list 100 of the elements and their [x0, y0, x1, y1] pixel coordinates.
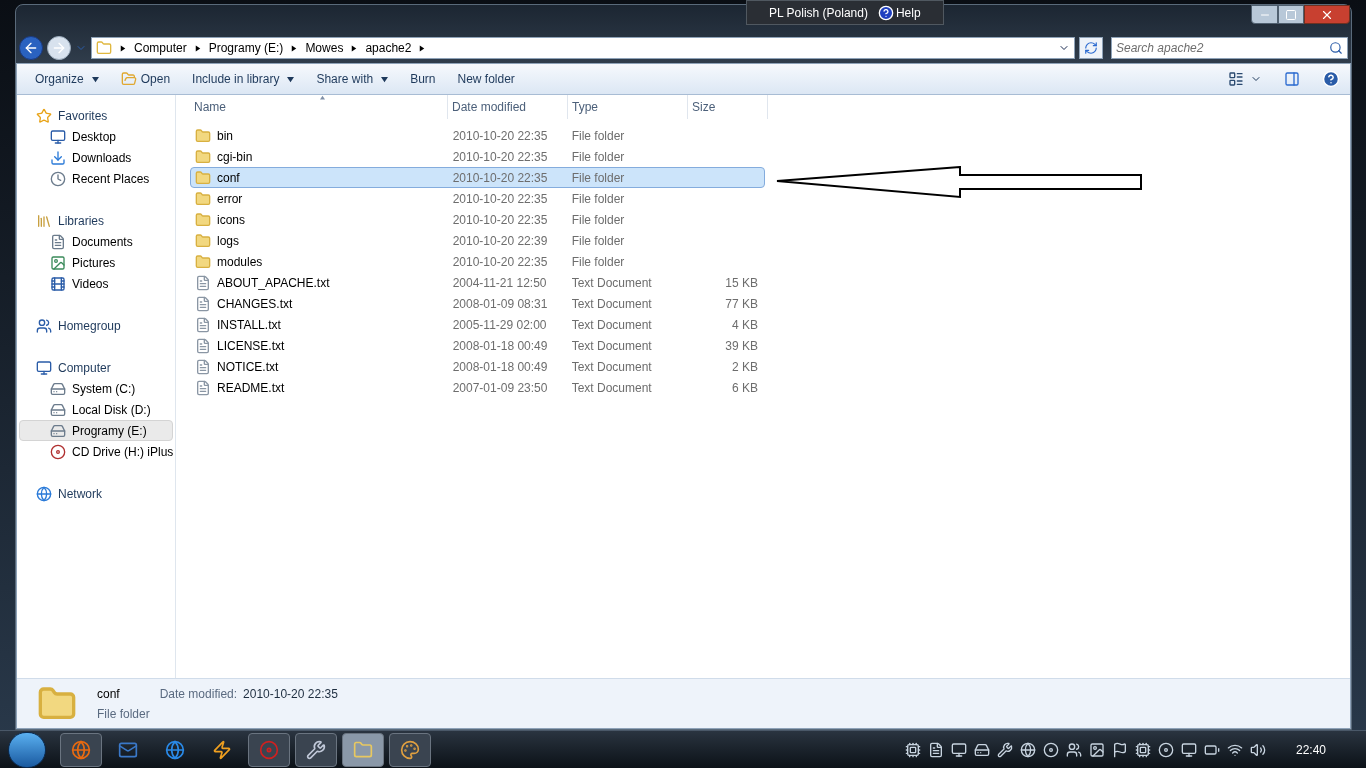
- tray-icon[interactable]: [1134, 741, 1151, 758]
- nav-item[interactable]: Local Disk (D:): [19, 399, 173, 420]
- folder-icon: [96, 40, 112, 56]
- refresh-button[interactable]: [1079, 37, 1103, 59]
- tray-icon[interactable]: [996, 741, 1013, 758]
- file-row[interactable]: cgi-bin 2010-10-20 22:35 File folder: [190, 146, 765, 167]
- tray-icon[interactable]: [927, 741, 944, 758]
- nav-item[interactable]: Programy (E:): [19, 420, 173, 441]
- file-row[interactable]: ABOUT_APACHE.txt 2004-11-21 12:50 Text Document 15 KB: [190, 272, 765, 293]
- date-modified: 2008-01-09 08:31: [451, 295, 549, 313]
- toolbar-button[interactable]: Burn: [402, 67, 444, 91]
- nav-group[interactable]: Computer: [17, 357, 175, 378]
- text-file-icon: [195, 295, 211, 312]
- text-file-icon: [195, 316, 211, 333]
- tray-icon[interactable]: [1111, 741, 1128, 758]
- text-file-icon: [195, 379, 211, 396]
- tray-icon[interactable]: [1249, 741, 1266, 758]
- tray-icon[interactable]: [950, 741, 967, 758]
- folder-icon: [195, 253, 211, 270]
- close-button[interactable]: [1304, 5, 1350, 24]
- taskbar-app[interactable]: [60, 732, 102, 767]
- nav-group[interactable]: Favorites: [17, 105, 175, 126]
- breadcrumb[interactable]: Mowes: [305, 39, 344, 57]
- toolbar-button[interactable]: Organize: [27, 67, 107, 91]
- toolbar-button[interactable]: New folder: [449, 67, 523, 91]
- tray-icon[interactable]: [1042, 741, 1059, 758]
- file-name: ABOUT_APACHE.txt: [217, 274, 330, 292]
- breadcrumb[interactable]: apache2: [365, 39, 412, 57]
- document-icon: [50, 233, 66, 250]
- tray-icon[interactable]: [1180, 741, 1197, 758]
- taskbar-app[interactable]: [389, 732, 431, 767]
- tray-icon[interactable]: [973, 741, 990, 758]
- minimize-button[interactable]: [1251, 5, 1278, 24]
- file-row[interactable]: README.txt 2007-01-09 23:50 Text Document 6 KB: [190, 377, 765, 398]
- search-field[interactable]: Search apache2: [1111, 37, 1348, 59]
- nav-item[interactable]: Recent Places: [19, 168, 173, 189]
- taskbar-app[interactable]: [342, 732, 384, 767]
- file-row[interactable]: modules 2010-10-20 22:35 File folder: [190, 251, 765, 272]
- date-modified: 2005-11-29 02:00: [451, 316, 548, 334]
- taskbar-app[interactable]: [295, 732, 337, 767]
- tray-icon[interactable]: [904, 741, 921, 758]
- file-row[interactable]: INSTALL.txt 2005-11-29 02:00 Text Document 4 KB: [190, 314, 765, 335]
- nav-item[interactable]: Desktop: [19, 126, 173, 147]
- film-icon: [50, 275, 66, 292]
- back-button[interactable]: [19, 36, 43, 60]
- view-options-icon[interactable]: [1228, 71, 1244, 87]
- nav-item[interactable]: Videos: [19, 273, 173, 294]
- language-label[interactable]: PL Polish (Poland): [769, 3, 868, 22]
- column-header[interactable]: Size: [688, 95, 768, 119]
- file-row[interactable]: CHANGES.txt 2008-01-09 08:31 Text Document 77 KB: [190, 293, 765, 314]
- nav-item[interactable]: CD Drive (H:) iPlus: [19, 441, 173, 462]
- tray-icon[interactable]: [1088, 741, 1105, 758]
- forward-button[interactable]: [47, 36, 71, 60]
- file-row[interactable]: logs 2010-10-20 22:39 File folder: [190, 230, 765, 251]
- file-row[interactable]: bin 2010-10-20 22:35 File folder: [190, 125, 765, 146]
- maximize-button[interactable]: [1278, 5, 1304, 24]
- column-header[interactable]: Date modified: [448, 95, 568, 119]
- details-type: File folder: [97, 705, 151, 723]
- file-size: 2 KB: [731, 358, 758, 376]
- preview-pane-icon[interactable]: [1284, 71, 1300, 87]
- search-input[interactable]: Search apache2: [1116, 39, 1329, 57]
- star-icon: [36, 107, 52, 124]
- breadcrumb[interactable]: Computer: [134, 39, 187, 57]
- address-bar[interactable]: Computer Programy (E:) Mowes apache2: [91, 37, 1075, 59]
- clock[interactable]: 22:40: [1295, 740, 1326, 759]
- help-button[interactable]: Help: [877, 3, 921, 22]
- start-button[interactable]: [8, 731, 46, 768]
- caret-icon: [91, 75, 99, 83]
- breadcrumb[interactable]: Programy (E:): [208, 39, 284, 57]
- chevron-icon: [194, 44, 201, 52]
- nav-item[interactable]: System (C:): [19, 378, 173, 399]
- nav-item[interactable]: Downloads: [19, 147, 173, 168]
- column-header[interactable]: Name: [190, 95, 448, 119]
- nav-item[interactable]: Pictures: [19, 252, 173, 273]
- file-name: error: [217, 190, 243, 208]
- toolbar-button[interactable]: Open: [112, 67, 179, 91]
- file-row[interactable]: error 2010-10-20 22:35 File folder: [190, 188, 765, 209]
- column-header[interactable]: Type: [568, 95, 688, 119]
- date-modified: 2010-10-20 22:35: [451, 253, 549, 271]
- nav-group[interactable]: Homegroup: [17, 315, 175, 336]
- folder-icon: [195, 148, 211, 165]
- tray-icon[interactable]: [1019, 741, 1036, 758]
- file-name: modules: [217, 253, 263, 271]
- nav-group[interactable]: Network: [17, 483, 175, 504]
- tray-icon[interactable]: [1065, 741, 1082, 758]
- toolbar-button[interactable]: Include in library: [184, 67, 303, 91]
- disc-icon: [259, 739, 279, 760]
- tray-icon[interactable]: [1157, 741, 1174, 758]
- nav-item[interactable]: Documents: [19, 231, 173, 252]
- file-row[interactable]: conf 2010-10-20 22:35 File folder: [190, 167, 765, 188]
- date-modified: 2007-01-09 23:50: [451, 379, 549, 397]
- toolbar-button[interactable]: Share with: [308, 67, 397, 91]
- file-row[interactable]: icons 2010-10-20 22:35 File folder: [190, 209, 765, 230]
- nav-group[interactable]: Libraries: [17, 210, 175, 231]
- globe-icon: [36, 485, 52, 502]
- folder-icon: [195, 190, 211, 207]
- text-file-icon: [195, 274, 211, 291]
- file-row[interactable]: LICENSE.txt 2008-01-18 00:49 Text Document 39 KB: [190, 335, 765, 356]
- help-icon[interactable]: [1322, 70, 1340, 88]
- file-row[interactable]: NOTICE.txt 2008-01-18 00:49 Text Document 2 KB: [190, 356, 765, 377]
